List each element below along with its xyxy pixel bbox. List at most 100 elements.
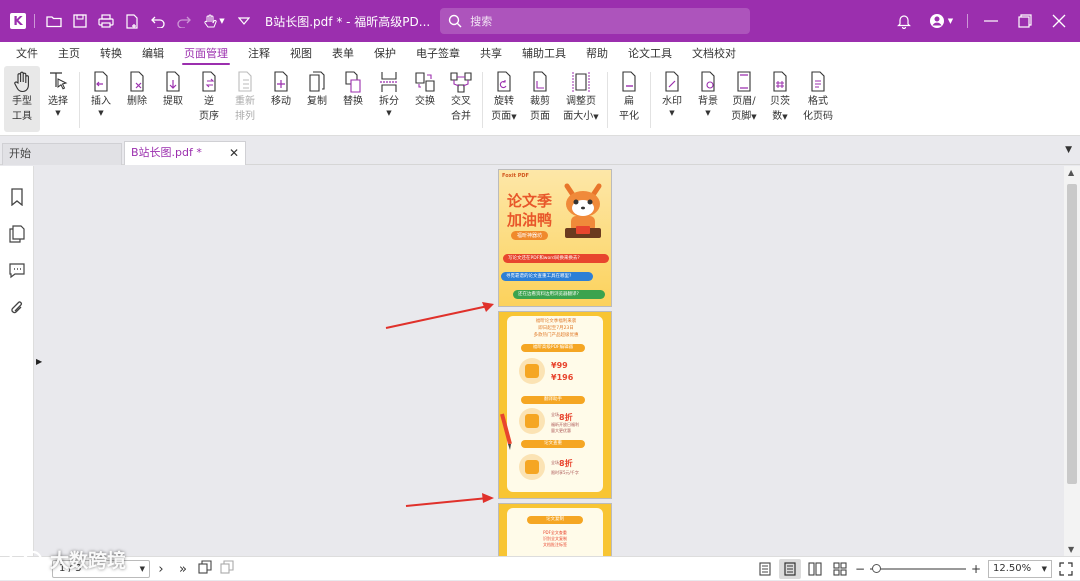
- page-thumbnails-icon[interactable]: [0, 215, 34, 252]
- fullscreen-icon[interactable]: [1052, 562, 1080, 576]
- scrollbar-thumb[interactable]: [1067, 184, 1077, 484]
- save-icon[interactable]: [67, 0, 93, 42]
- notification-bell-icon[interactable]: [887, 0, 921, 42]
- page-badge: 福昕神器坊: [511, 231, 549, 240]
- bates-label-2: 数▼: [772, 111, 788, 122]
- close-tab-icon[interactable]: ✕: [229, 142, 239, 164]
- single-page-view-icon[interactable]: [754, 559, 776, 579]
- view-controls: − + 12.50% ▼: [754, 557, 1080, 581]
- two-page-view-icon[interactable]: [804, 559, 826, 579]
- menu-proofread[interactable]: 文档校对: [682, 42, 746, 66]
- price-2: ¥196: [551, 373, 574, 382]
- scroll-up-arrow-icon[interactable]: ▲: [1068, 168, 1074, 177]
- app-logo-icon[interactable]: K: [10, 13, 26, 29]
- tab-document[interactable]: B站长图.pdf * ✕: [124, 141, 246, 165]
- bookmark-icon[interactable]: [0, 178, 34, 215]
- next-view-icon[interactable]: [216, 560, 238, 578]
- menu-page-management[interactable]: 页面管理: [174, 42, 238, 66]
- split-button[interactable]: 拆分 ▼: [371, 66, 407, 132]
- hand-tool-dropdown-icon[interactable]: ▼: [197, 0, 231, 42]
- menu-help[interactable]: 帮助: [576, 42, 618, 66]
- document-viewport[interactable]: Foxit PDF 论文季 加油鸭 福昕神器坊 写论文还在PDF和word间换来…: [46, 166, 1062, 556]
- tab-document-label: B站长图.pdf *: [131, 146, 202, 159]
- zoom-out-button[interactable]: −: [854, 562, 866, 576]
- reverse-page-order-button[interactable]: 逆 页序: [191, 66, 227, 132]
- redo-icon[interactable]: [171, 0, 197, 42]
- scroll-down-arrow-icon[interactable]: ▼: [1068, 545, 1074, 554]
- expand-sidebar-icon[interactable]: ▶: [36, 357, 42, 366]
- vertical-scrollbar[interactable]: ▲ ▼: [1064, 166, 1080, 556]
- red-arrow-annotation-1: [385, 302, 494, 329]
- menu-form[interactable]: 表单: [322, 42, 364, 66]
- bates-label-1: 贝茨: [770, 96, 790, 107]
- move-page-button[interactable]: 移动: [263, 66, 299, 132]
- dropdown-caret-icon: ▼: [386, 109, 392, 117]
- zoom-slider[interactable]: [870, 564, 966, 573]
- customize-toolbar-icon[interactable]: [231, 0, 257, 42]
- replace-page-button[interactable]: 替换: [335, 66, 371, 132]
- tab-list-dropdown-icon[interactable]: ▼: [1065, 145, 1072, 155]
- rearrange-icon: [234, 70, 256, 94]
- watermark-button[interactable]: 水印 ▼: [654, 66, 690, 132]
- select-tool-button[interactable]: 选择 ▼: [40, 66, 76, 132]
- attachment-icon[interactable]: [0, 289, 34, 326]
- account-icon[interactable]: ▼: [921, 0, 961, 42]
- background-button[interactable]: 背景 ▼: [690, 66, 726, 132]
- rotate-label-2: 页面▼: [491, 111, 517, 122]
- cross-merge-button[interactable]: 交叉 合并: [443, 66, 479, 132]
- menu-comment[interactable]: 注释: [238, 42, 280, 66]
- restore-icon[interactable]: [1008, 0, 1042, 42]
- menu-view[interactable]: 视图: [280, 42, 322, 66]
- menu-file[interactable]: 文件: [6, 42, 48, 66]
- crop-page-icon: [529, 70, 551, 94]
- open-folder-icon[interactable]: [41, 0, 67, 42]
- print-icon[interactable]: [93, 0, 119, 42]
- menu-home[interactable]: 主页: [48, 42, 90, 66]
- resize-page-button[interactable]: 调整页 面大小▼: [558, 66, 604, 132]
- zoom-level-field[interactable]: 12.50% ▼: [988, 560, 1052, 578]
- search-box[interactable]: [440, 8, 751, 34]
- last-page-icon[interactable]: »: [172, 562, 194, 577]
- flatten-button[interactable]: 扁 平化: [611, 66, 647, 132]
- comments-icon[interactable]: [0, 252, 34, 289]
- undo-icon[interactable]: [145, 0, 171, 42]
- status-bar: 1 / 3 ▼ › » − + 12.50% ▼: [0, 556, 1080, 580]
- format-page-number-label-2: 化页码: [803, 111, 833, 122]
- menu-share[interactable]: 共享: [470, 42, 512, 66]
- menu-e-signature[interactable]: 电子签章: [406, 42, 470, 66]
- menu-accessibility[interactable]: 辅助工具: [512, 42, 576, 66]
- next-page-icon[interactable]: ›: [150, 562, 172, 577]
- hand-tool-button[interactable]: 手型 工具: [4, 66, 40, 132]
- menu-thesis-tools[interactable]: 论文工具: [618, 42, 682, 66]
- zoom-in-button[interactable]: +: [970, 562, 982, 576]
- bates-number-button[interactable]: 贝茨 数▼: [762, 66, 798, 132]
- two-page-continuous-view-icon[interactable]: [829, 559, 851, 579]
- header-footer-label-1: 页眉/: [732, 96, 756, 107]
- page-number-field[interactable]: 1 / 3 ▼: [52, 560, 150, 578]
- search-input[interactable]: [470, 14, 731, 28]
- previous-view-icon[interactable]: [194, 560, 216, 578]
- swap-page-button[interactable]: 交换: [407, 66, 443, 132]
- insert-page-label: 插入: [91, 96, 111, 107]
- crop-page-button[interactable]: 裁剪 页面: [522, 66, 558, 132]
- zoom-slider-knob[interactable]: [872, 564, 881, 573]
- minimize-icon[interactable]: [974, 0, 1008, 42]
- copy-page-button[interactable]: 复制: [299, 66, 335, 132]
- menu-edit[interactable]: 编辑: [132, 42, 174, 66]
- header-footer-button[interactable]: 页眉/ 页脚▼: [726, 66, 762, 132]
- select-tool-label: 选择: [48, 96, 68, 107]
- menu-protect[interactable]: 保护: [364, 42, 406, 66]
- new-file-icon[interactable]: [119, 0, 145, 42]
- page-headline: 论文季 加油鸭: [507, 192, 552, 230]
- format-page-number-button[interactable]: 格式 化页码: [798, 66, 838, 132]
- extract-page-button[interactable]: 提取: [155, 66, 191, 132]
- watermark-label: 水印: [662, 96, 682, 107]
- menu-convert[interactable]: 转换: [90, 42, 132, 66]
- rotate-page-button[interactable]: 旋转 页面▼: [486, 66, 522, 132]
- tab-start[interactable]: 开始: [2, 143, 122, 165]
- rearrange-button[interactable]: 重新 排列: [227, 66, 263, 132]
- close-icon[interactable]: [1042, 0, 1076, 42]
- insert-page-button[interactable]: 插入 ▼: [83, 66, 119, 132]
- continuous-view-icon[interactable]: [779, 559, 801, 579]
- delete-page-button[interactable]: 删除: [119, 66, 155, 132]
